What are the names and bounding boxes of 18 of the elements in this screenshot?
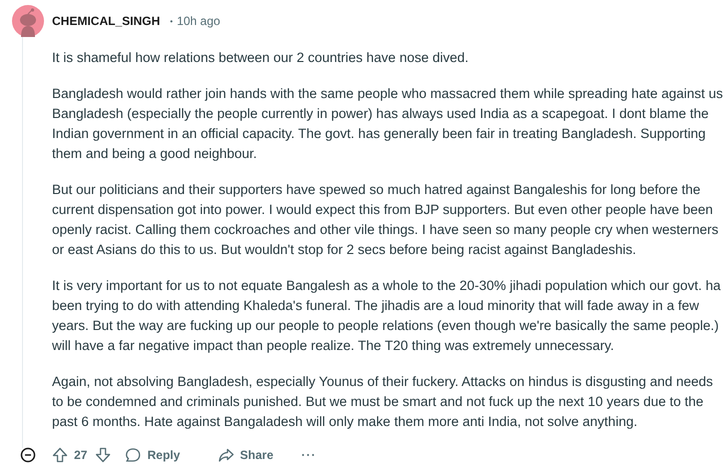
collapse-icon[interactable] bbox=[20, 447, 36, 463]
comment-paragraph: Bangladesh would rather join hands with the same people who massacred them while spreading hate against us Bangladesh (especially the people currently in power) has always used India as a scapegoat. I dont blame the Indian government in an official capacity. The govt. has generally been fair in treating Bangladesh. Supporting them and being a good neighbour. bbox=[52, 85, 723, 163]
vote-count: 27 bbox=[74, 448, 88, 462]
comment-paragraph: It is shameful how relations between our 2 countries have nose dived. bbox=[52, 49, 470, 67]
author-name[interactable]: CHEMICAL_SINGH bbox=[52, 14, 160, 28]
share-arrow-icon bbox=[218, 447, 234, 463]
more-options-button[interactable]: ··· bbox=[295, 446, 322, 464]
reply-button[interactable]: Reply bbox=[117, 443, 188, 464]
avatar-icon bbox=[12, 5, 44, 37]
share-button[interactable]: Share bbox=[210, 443, 282, 464]
comment-paragraph: But our politicians and their supporters have spewed so much hatred against Bangaleshis for long before the current dispensation got into power. I would expect this from BJP supporters. But even other people have been openly racist. Calling them cockroaches and other vile things. I have seen so many people cry when westerners or east Asians do this to us. But wouldn't stop for 2 secs before being racist against Bangladeshis. bbox=[52, 181, 720, 259]
separator-dot: • bbox=[170, 16, 173, 26]
speech-bubble-icon bbox=[125, 447, 142, 463]
upvote-icon[interactable] bbox=[52, 447, 68, 463]
comment-paragraph: It is very important for us to not equate Bangalesh as a whole to the 20-30% jihadi population which our govt. ha been trying to do with attending Khaleda's funeral. The jihadis are a loud minority that will fade away in a few years. But the way are fucking up our people to people relations (even though we're basically the same people.) will have a far negative impact than people realize. The T20 thing was extremely unnecessary. bbox=[52, 277, 722, 355]
comment-time: 10h ago bbox=[176, 14, 220, 28]
downvote-icon[interactable] bbox=[95, 447, 112, 463]
comment-paragraph: Again, not absolving Bangladesh, especially Younus of their fuckery. Attacks on hindus is disgusting and needs to be condemned and criminals punished. But we must be smart and not fuck up the next 10 years due to the past 6 months. Hate against Bangaladesh will only make them more anti India, not solve anything. bbox=[52, 373, 714, 431]
